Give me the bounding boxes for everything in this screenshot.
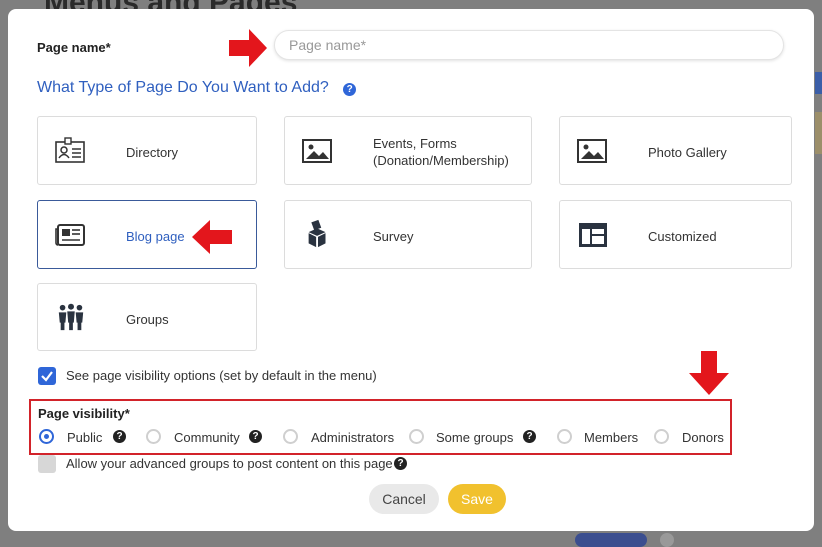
page-visibility-label: Page visibility* [38,406,130,421]
cancel-button[interactable]: Cancel [369,484,439,514]
page-type-customized[interactable]: Customized [559,200,792,269]
page-type-blog[interactable]: Blog page [37,200,257,269]
ballot-box-icon [308,219,326,248]
visibility-option-label: Public [67,430,103,445]
annotation-arrow-left-icon [192,220,232,254]
page-type-label: Survey [373,229,414,244]
save-button[interactable]: Save [448,484,506,514]
radio-button[interactable] [39,429,54,444]
image-icon [577,139,607,163]
background-pill [575,533,647,547]
page-type-label: Photo Gallery [648,145,727,160]
newspaper-icon [55,224,85,246]
page-type-label: Blog page [126,229,185,244]
people-icon [58,303,84,331]
help-icon[interactable]: ? [113,430,126,443]
page-type-photo-gallery[interactable]: Photo Gallery [559,116,792,185]
page-visibility-section: Page visibility* Public ? Community ? Ad… [29,399,732,455]
visibility-option-label: Members [584,430,639,445]
radio-button[interactable] [146,429,161,444]
visibility-option-label: Donors [682,430,724,445]
help-icon[interactable]: ? [343,83,357,96]
visibility-option-donors[interactable] [654,429,669,444]
layout-icon [579,223,607,247]
visibility-options-label: See page visibility options (set by defa… [66,368,377,383]
background-strip [815,72,822,94]
visibility-option-label: Some groups [436,430,514,445]
annotation-arrow-down-icon [689,351,729,395]
radio-button[interactable] [557,429,572,444]
visibility-options-checkbox[interactable] [38,367,56,385]
help-icon[interactable]: ? [523,430,536,443]
help-icon[interactable]: ? [394,457,407,470]
image-icon [302,139,332,163]
radio-button[interactable] [654,429,669,444]
visibility-option-members[interactable] [557,429,572,444]
visibility-option-label: Administrators [311,430,395,445]
help-icon[interactable]: ? [249,430,262,443]
page-type-groups[interactable]: Groups [37,283,257,351]
page-name-input[interactable] [274,30,784,60]
page-type-label: Groups [126,312,169,327]
visibility-option-public[interactable] [39,429,54,444]
visibility-option-label: Community [174,430,240,445]
page-type-label: Customized [648,229,717,244]
advanced-groups-label: Allow your advanced groups to post conte… [66,456,393,471]
annotation-arrow-right-icon [229,29,267,67]
page-type-events-forms[interactable]: Events, Forms (Donation/Membership) [284,116,532,185]
checkmark-icon [41,371,53,382]
visibility-option-administrators[interactable] [283,429,298,444]
page-type-label: Directory [126,145,179,160]
radio-button[interactable] [409,429,424,444]
visibility-option-community[interactable] [146,429,161,444]
page-type-sublabel: (Donation/Membership) [373,153,509,168]
contact-card-icon [55,137,85,163]
advanced-groups-checkbox[interactable] [38,455,56,473]
page-type-title: What Type of Page Do You Want to Add? ? [37,79,357,97]
background-strip [815,112,822,154]
page-name-label: Page name* [37,40,111,55]
page-type-survey[interactable]: Survey [284,200,532,269]
visibility-option-some-groups[interactable] [409,429,424,444]
radio-button[interactable] [283,429,298,444]
page-type-label: Events, Forms [373,136,457,151]
page-type-directory[interactable]: Directory [37,116,257,185]
add-page-modal: Page name* What Type of Page Do You Want… [8,9,814,531]
background-circle [660,533,674,547]
